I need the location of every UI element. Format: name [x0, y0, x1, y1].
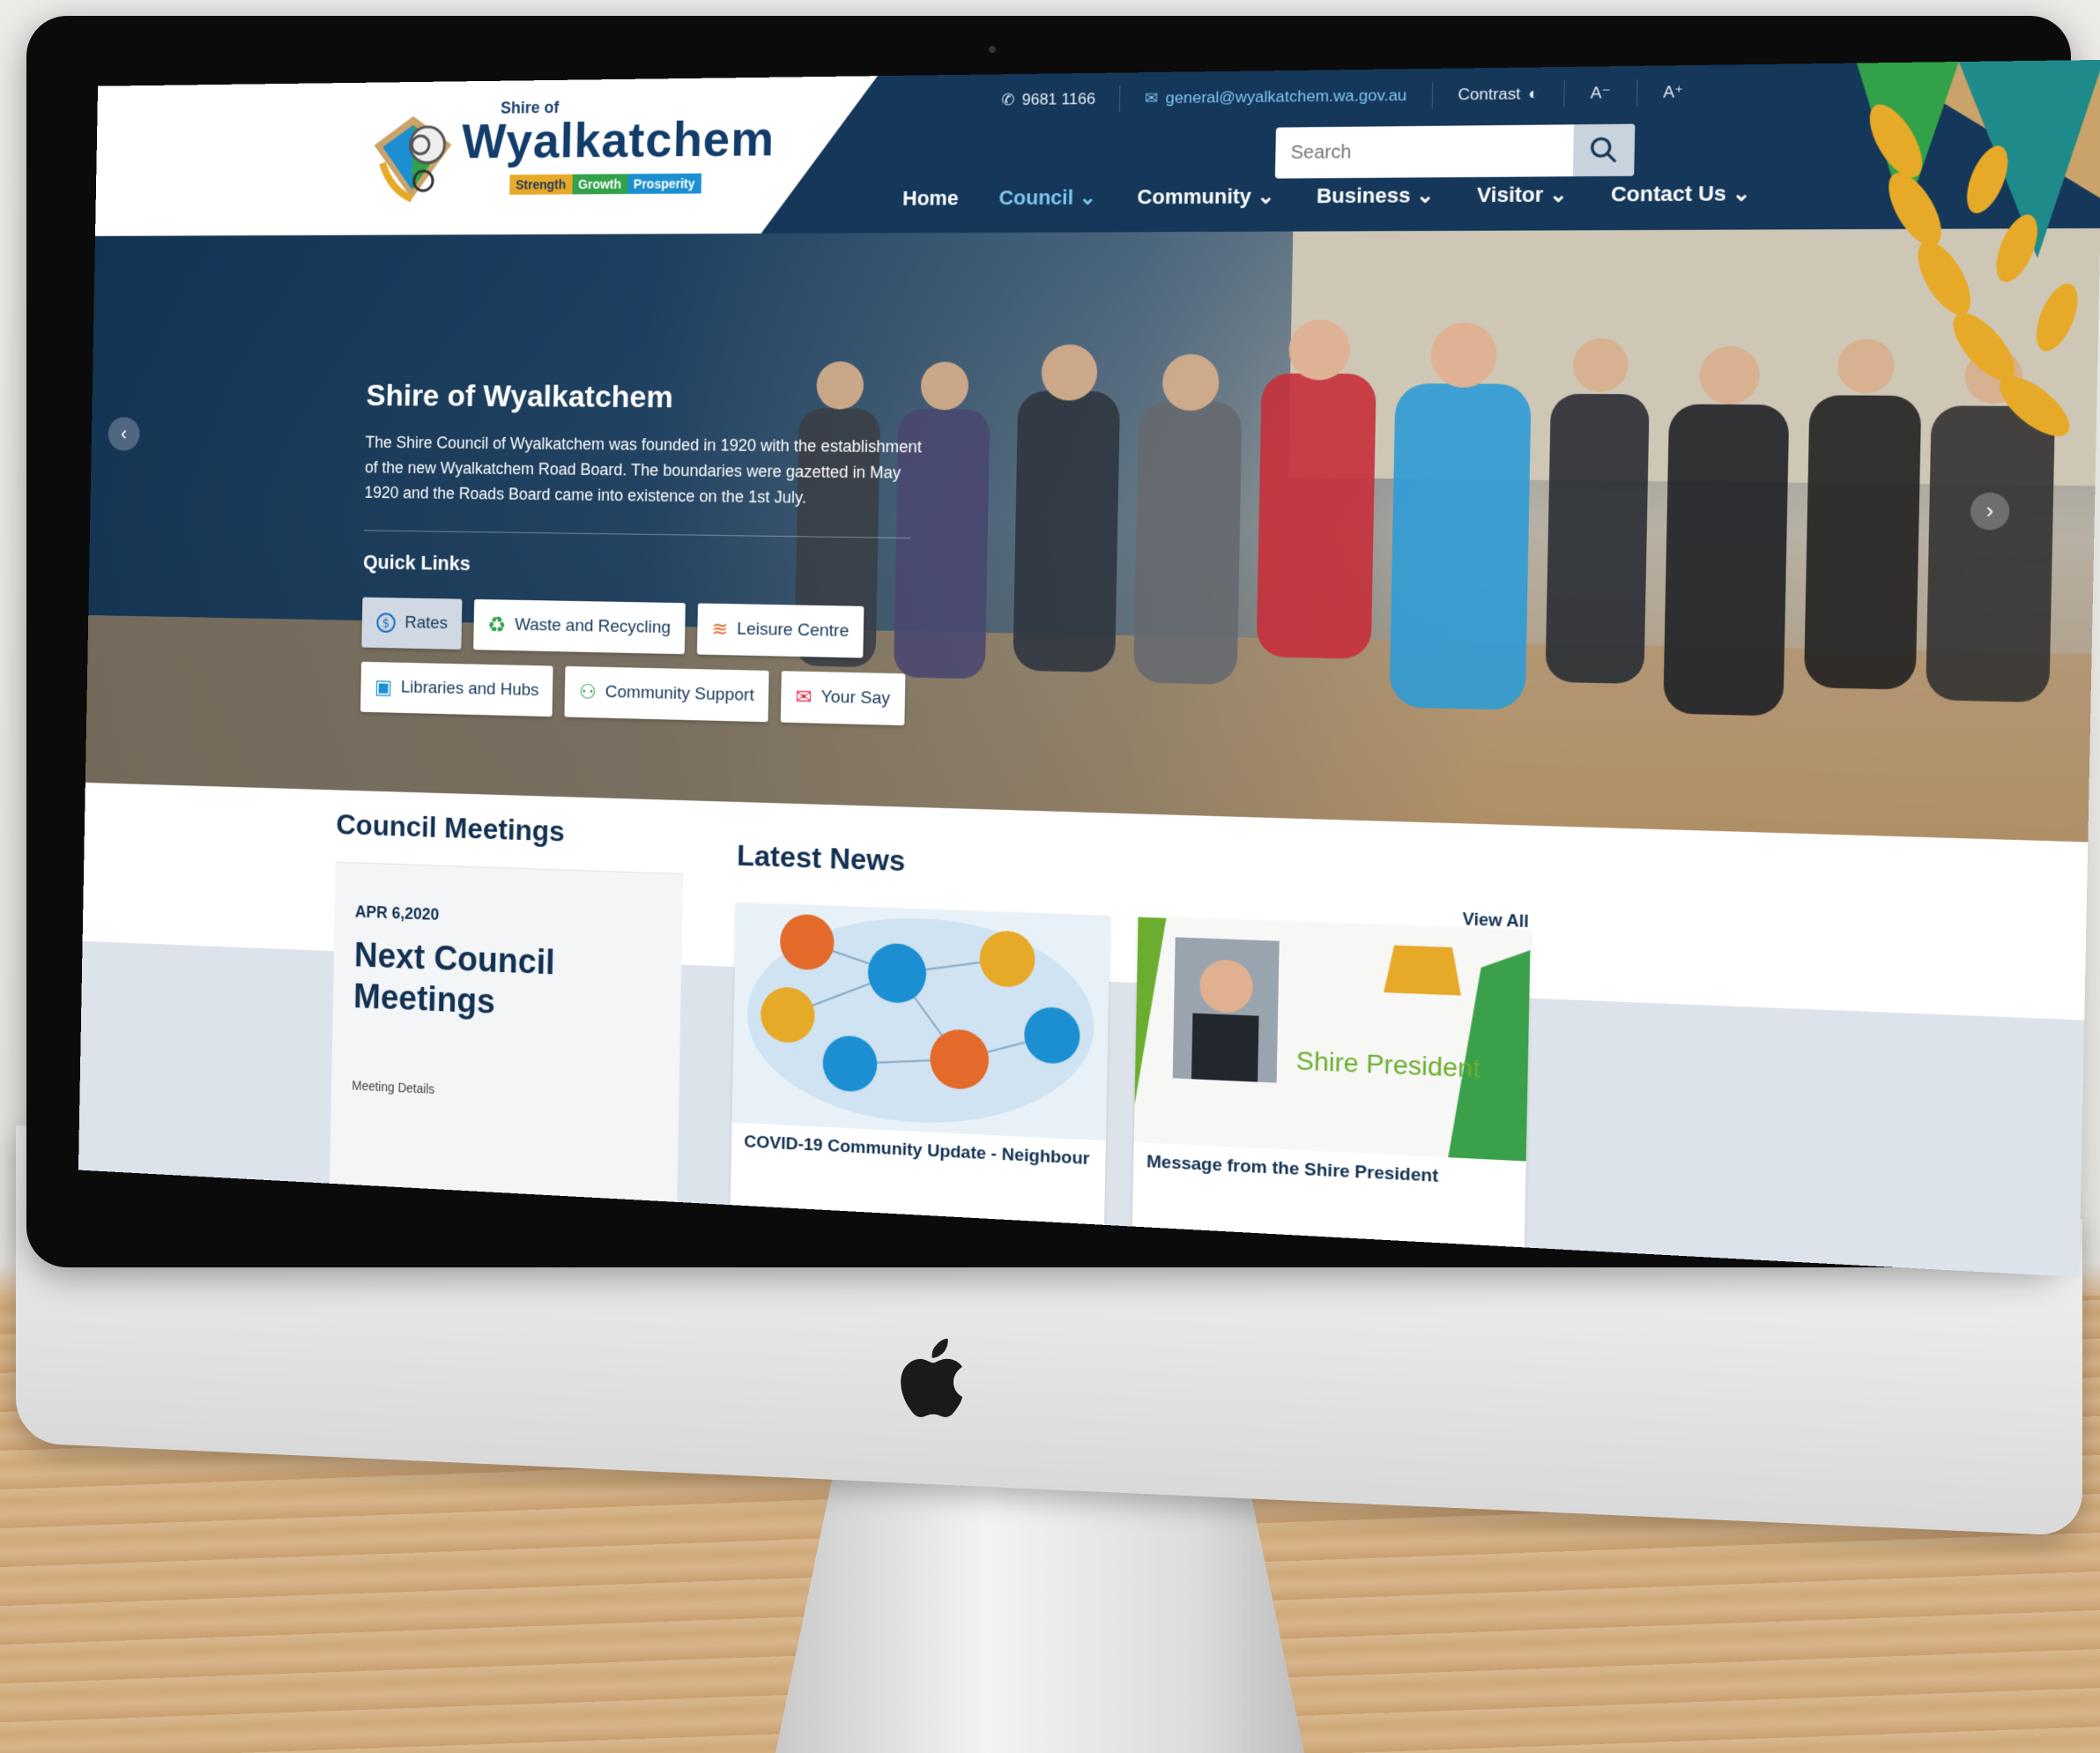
- quick-link-label: Leisure Centre: [737, 619, 850, 642]
- quick-link-label: Rates: [404, 613, 449, 634]
- nav-business[interactable]: Business ⌄: [1317, 183, 1435, 209]
- hero-description: The Shire Council of Wyalkatchem was fou…: [364, 433, 923, 507]
- community-network-illustration: [731, 902, 1110, 1141]
- library-icon: ▣: [374, 675, 393, 699]
- quick-link-label: Your Say: [820, 687, 891, 709]
- content-section: Council Meetings APR 6,2020 Next Council…: [78, 782, 2089, 1278]
- quick-link-your-say[interactable]: ✉ Your Say: [780, 671, 906, 726]
- hero-title: Shire of Wyalkatchem: [366, 378, 674, 415]
- search-box: [1274, 123, 1636, 179]
- chevron-left-icon: ‹: [120, 422, 128, 445]
- quick-link-rates[interactable]: $ Rates: [361, 597, 463, 650]
- hero-divider: [363, 530, 911, 539]
- font-decrease-label: A⁻: [1590, 83, 1611, 102]
- search-icon: [1589, 136, 1619, 165]
- nav-home[interactable]: Home: [902, 186, 959, 211]
- quick-links-title: Quick Links: [362, 550, 471, 576]
- news-card[interactable]: COVID-19 Community Update - Neighbour: [730, 902, 1110, 1225]
- main-nav: Home Council ⌄ Community ⌄ Business ⌄ Vi…: [902, 181, 1751, 211]
- meeting-card[interactable]: APR 6,2020 Next Council Meetings Meeting…: [330, 861, 684, 1203]
- quick-link-community-support[interactable]: ⚇ Community Support: [564, 665, 769, 723]
- nav-council[interactable]: Council ⌄: [998, 185, 1096, 210]
- apple-logo-icon: [901, 1338, 962, 1417]
- envelope-icon: ✉: [1144, 89, 1159, 108]
- hero-banner: ‹ › Shire of Wyalkatchem The Shire Counc…: [85, 228, 2100, 843]
- font-decrease-button[interactable]: A⁻: [1564, 79, 1638, 108]
- people-icon: ⚇: [578, 680, 597, 703]
- browser-screen: Shire of Wyalkatchem Strength Growth Pro…: [78, 59, 2100, 1278]
- dollar-circle-icon: $: [375, 612, 397, 634]
- news-card[interactable]: Shire President Message from the Shire P…: [1132, 917, 1531, 1248]
- logo-wordmark[interactable]: Wyalkatchem: [462, 110, 775, 169]
- meeting-date: APR 6,2020: [354, 902, 440, 925]
- utility-bar: ✆ 9681 1166 ✉ general@wyalkatchem.wa.gov…: [977, 75, 1710, 117]
- logo-panel: Shire of Wyalkatchem Strength Growth Pro…: [95, 76, 878, 236]
- shire-president-banner: [1133, 917, 1531, 1162]
- phone-number: 9681 1166: [1021, 90, 1096, 109]
- quick-link-label: Waste and Recycling: [514, 615, 672, 638]
- recycle-icon: ♻: [486, 613, 507, 638]
- quick-link-leisure-centre[interactable]: ≋ Leisure Centre: [696, 603, 864, 658]
- nav-community[interactable]: Community ⌄: [1137, 184, 1274, 210]
- meeting-detail-link[interactable]: Meeting Details: [352, 1078, 434, 1096]
- quick-link-libraries[interactable]: ▣ Libraries and Hubs: [360, 661, 553, 717]
- contrast-label: Contrast: [1458, 85, 1521, 104]
- phone-icon: ✆: [1001, 91, 1015, 109]
- svg-text:$: $: [382, 616, 390, 631]
- council-meetings-title: Council Meetings: [336, 807, 566, 848]
- shire-emblem-icon[interactable]: [365, 108, 461, 208]
- quick-links-grid: $ Rates ♻ Waste and Recycling ≋ Leisure …: [360, 597, 946, 727]
- email-address: general@wyalkatchem.wa.gov.au: [1165, 85, 1407, 108]
- font-increase-label: A⁺: [1662, 82, 1684, 102]
- nav-visitor[interactable]: Visitor ⌄: [1477, 182, 1568, 208]
- news-caption: COVID-19 Community Update - Neighbour: [744, 1132, 1090, 1170]
- search-input[interactable]: [1288, 134, 1555, 169]
- speech-bubble-icon: ✉: [795, 685, 813, 709]
- email-link[interactable]: ✉ general@wyalkatchem.wa.gov.au: [1120, 82, 1434, 113]
- latest-news-title: Latest News: [736, 838, 906, 878]
- tagline-strength: Strength: [509, 175, 572, 195]
- site-header: Shire of Wyalkatchem Strength Growth Pro…: [95, 59, 2100, 236]
- meeting-heading: Next Council Meetings: [352, 936, 555, 1022]
- quick-link-label: Community Support: [605, 682, 754, 706]
- contrast-toggle[interactable]: Contrast ◐: [1432, 80, 1566, 109]
- wheat-leaf-decoration-icon: [1853, 59, 2100, 447]
- search-button[interactable]: [1572, 123, 1636, 177]
- tagline-growth: Growth: [572, 174, 627, 194]
- tagline-prosperity: Prosperity: [627, 174, 701, 194]
- hero-content: Shire of Wyalkatchem The Shire Council o…: [360, 378, 932, 726]
- nav-contact-us[interactable]: Contact Us ⌄: [1611, 181, 1751, 206]
- quick-link-label: Libraries and Hubs: [400, 678, 539, 701]
- logo-tagline: Strength Growth Prosperity: [509, 174, 701, 195]
- font-increase-button[interactable]: A⁺: [1637, 78, 1710, 107]
- contrast-icon: ◐: [1528, 84, 1540, 103]
- chevron-right-icon: ›: [1985, 498, 1994, 524]
- phone-link[interactable]: ✆ 9681 1166: [977, 85, 1121, 114]
- quick-link-waste[interactable]: ♻ Waste and Recycling: [472, 598, 686, 655]
- swimming-icon: ≋: [711, 617, 729, 641]
